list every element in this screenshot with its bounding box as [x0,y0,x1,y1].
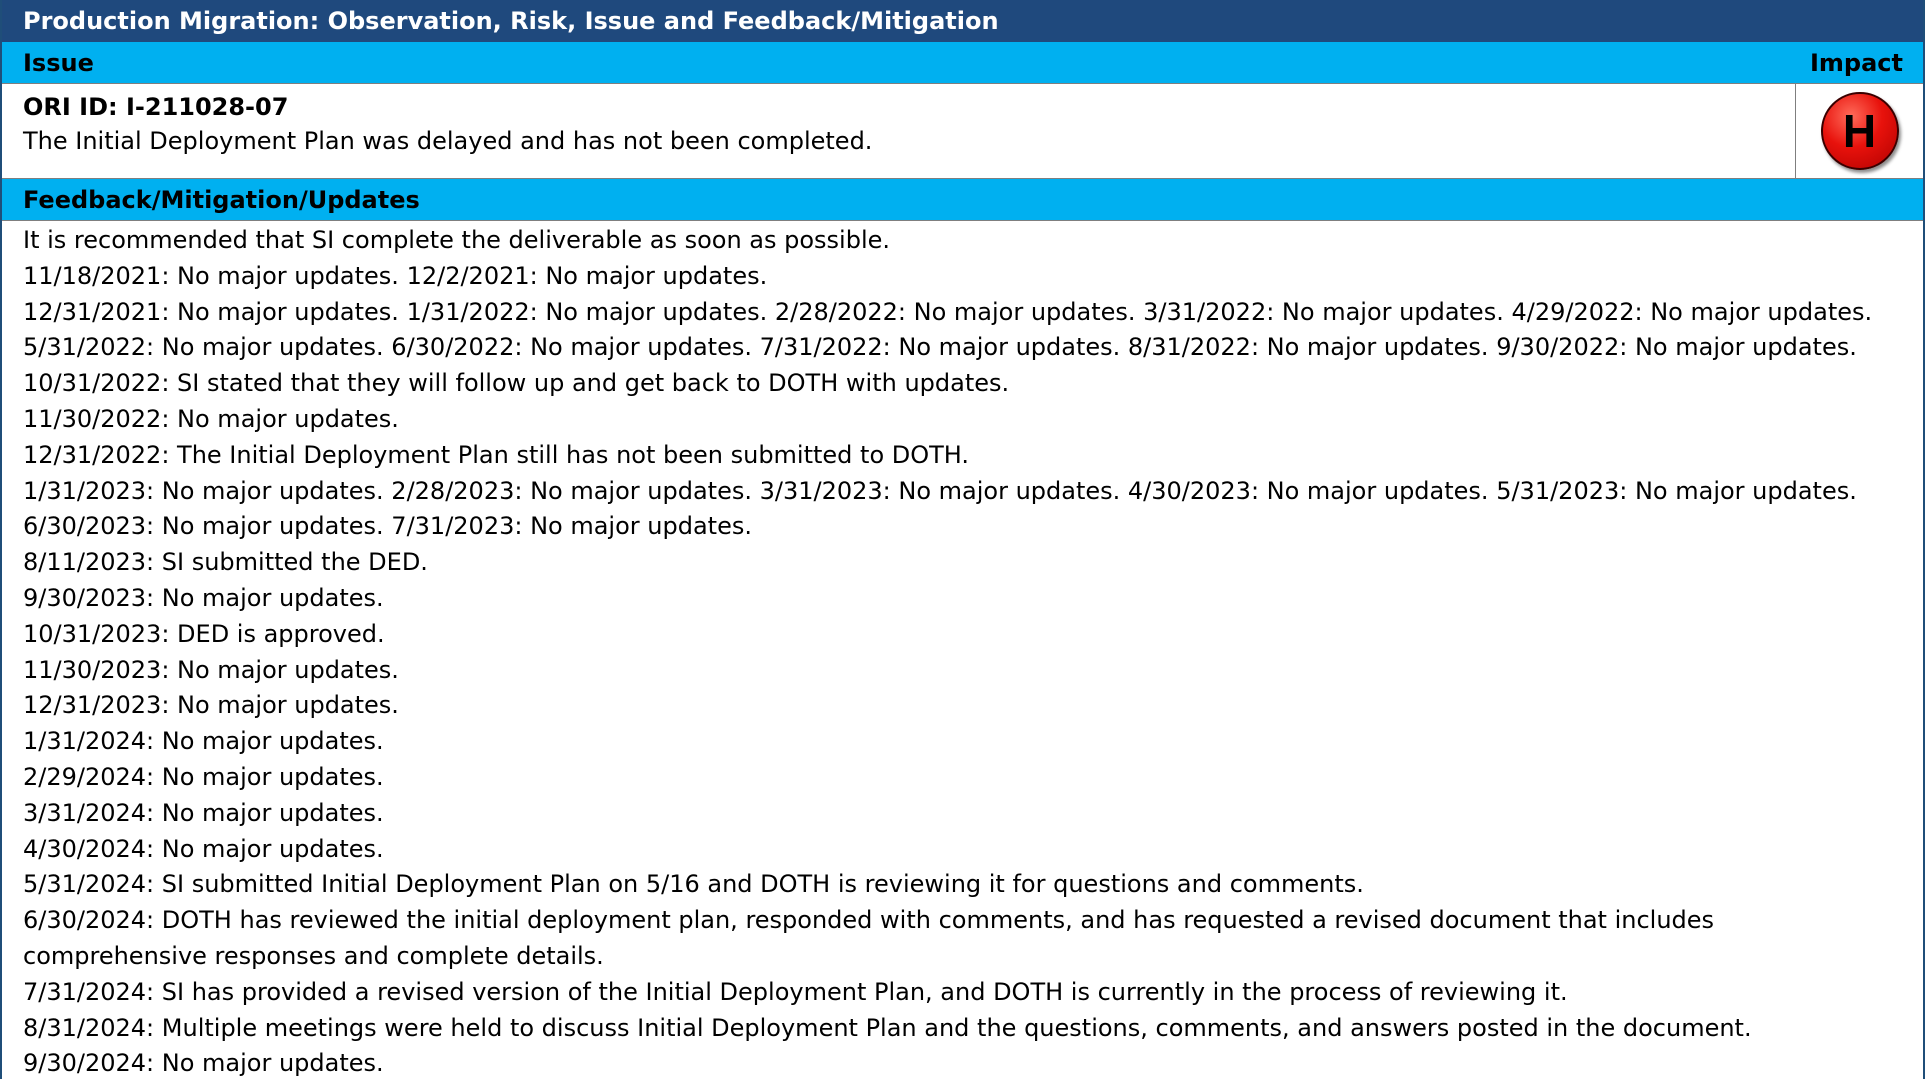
ori-table: Production Migration: Observation, Risk,… [0,0,1925,1079]
update-line: 6/30/2024: DOTH has reviewed the initial… [23,906,1715,970]
ori-id: ORI ID: I-211028-07 [23,93,289,121]
update-line: 6/30/2023: No major updates. 7/31/2023: … [23,512,752,541]
issue-column-header: Issue [23,49,94,77]
update-line: 3/31/2024: No major updates. [23,798,384,827]
update-line: 12/31/2021: No major updates. 1/31/2022:… [23,297,1873,326]
update-line: 11/18/2021: No major updates. 12/2/2021:… [23,261,768,290]
issue-description: The Initial Deployment Plan was delayed … [23,127,873,155]
update-line: 9/30/2023: No major updates. [23,583,384,612]
high-impact-icon: H [1820,92,1899,170]
issue-cell: ORI ID: I-211028-07 The Initial Deployme… [2,84,1796,178]
update-line: It is recommended that SI complete the d… [23,226,891,254]
impact-cell: H [1796,84,1923,178]
update-line: 5/31/2024: SI submitted Initial Deployme… [23,870,1364,899]
update-line: 1/31/2023: No major updates. 2/28/2023: … [23,476,1857,505]
update-line: 2/29/2024: No major updates. [23,762,384,791]
issue-row: ORI ID: I-211028-07 The Initial Deployme… [2,84,1923,179]
impact-column-header: Impact [1809,49,1903,77]
update-line: 9/30/2024: No major updates. [23,1049,384,1078]
update-line: 12/31/2023: No major updates. [23,691,399,720]
update-line: 12/31/2022: The Initial Deployment Plan … [23,440,970,469]
update-line: 1/31/2024: No major updates. [23,727,384,756]
update-line: 4/30/2024: No major updates. [23,834,384,863]
update-line: 11/30/2022: No major updates. [23,404,399,433]
update-line: 5/31/2022: No major updates. 6/30/2022: … [23,333,1857,362]
update-line: 8/11/2023: SI submitted the DED. [23,548,428,577]
table-title: Production Migration: Observation, Risk,… [2,0,1923,42]
update-line: 7/31/2024: SI has provided a revised ver… [23,977,1568,1006]
update-line: 11/30/2023: No major updates. [23,655,399,684]
updates-list: It is recommended that SI complete the d… [2,221,1923,1082]
update-line: 10/31/2022: SI stated that they will fol… [23,369,1010,398]
issue-header-row: Issue Impact [2,42,1923,84]
update-line: 8/31/2024: Multiple meetings were held t… [23,1013,1752,1042]
feedback-header: Feedback/Mitigation/Updates [2,179,1923,221]
update-line: 10/31/2023: DED is approved. [23,619,385,648]
